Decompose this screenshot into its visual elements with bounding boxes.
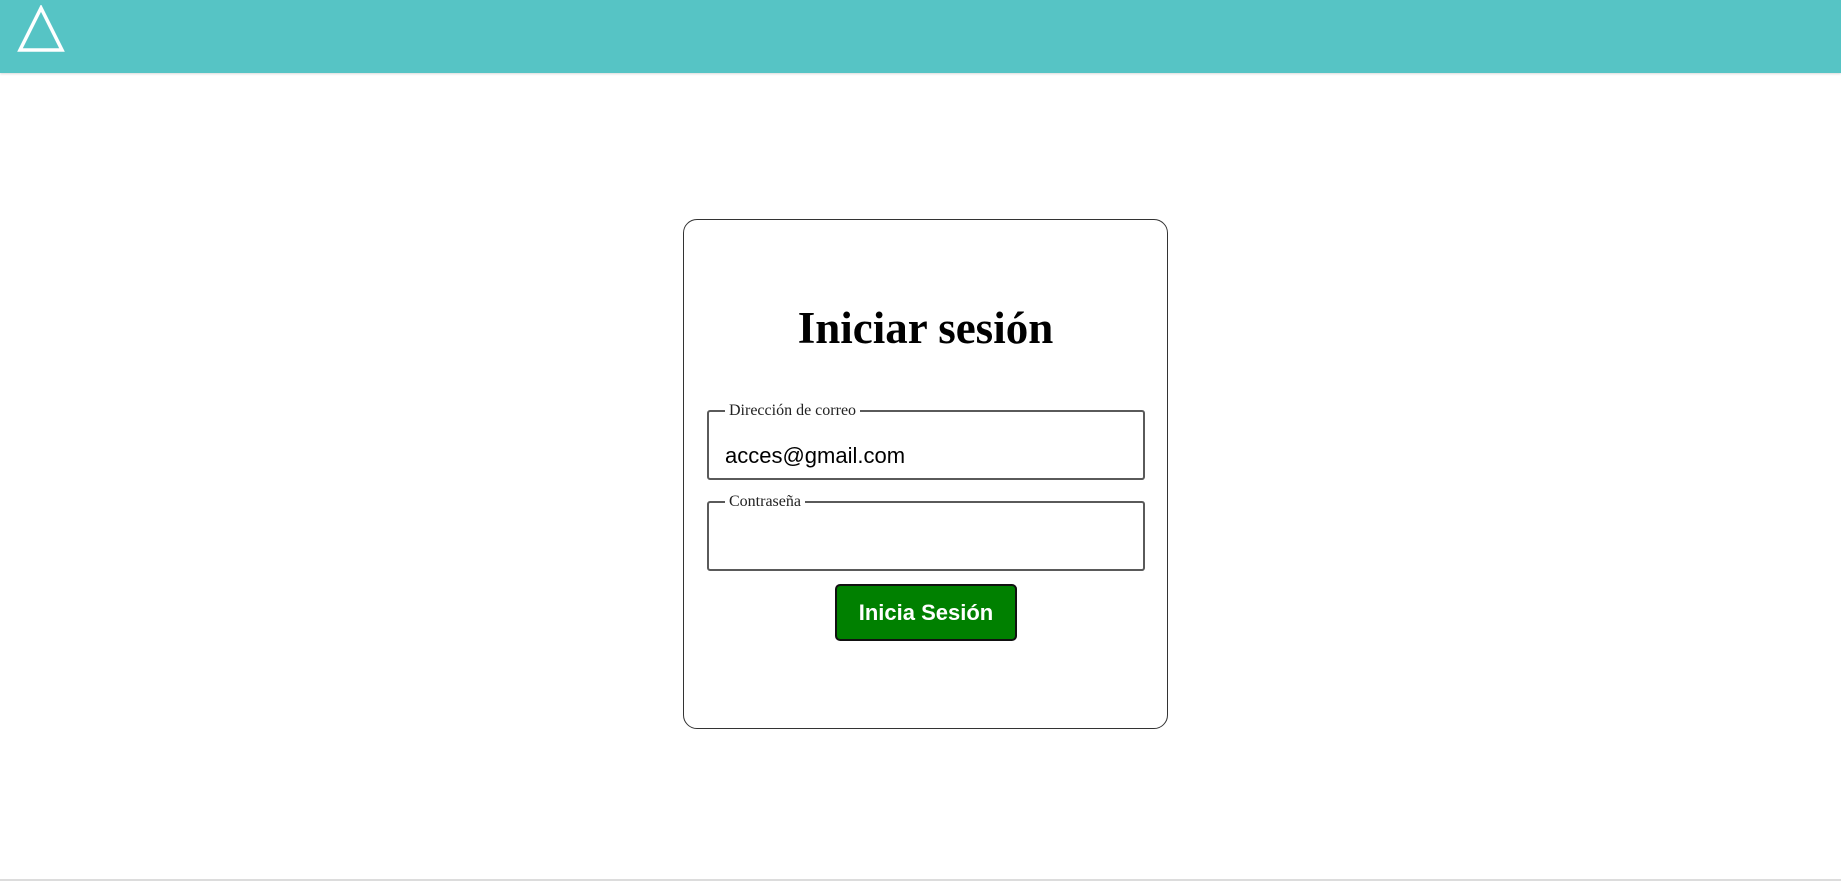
triangle-logo-icon[interactable]	[17, 5, 65, 53]
email-input[interactable]	[725, 441, 1127, 471]
password-input[interactable]	[725, 532, 1127, 562]
email-label: Dirección de correo	[729, 402, 857, 419]
email-field: Dirección de correo	[707, 403, 1145, 480]
password-label: Contraseña	[729, 493, 801, 510]
top-bar	[0, 0, 1841, 73]
login-button[interactable]: Inicia Sesión	[835, 584, 1017, 641]
page-title: Iniciar sesión	[797, 303, 1054, 353]
login-card: Iniciar sesión Dirección de correo Contr…	[683, 219, 1168, 729]
password-field: Contraseña	[707, 494, 1145, 571]
